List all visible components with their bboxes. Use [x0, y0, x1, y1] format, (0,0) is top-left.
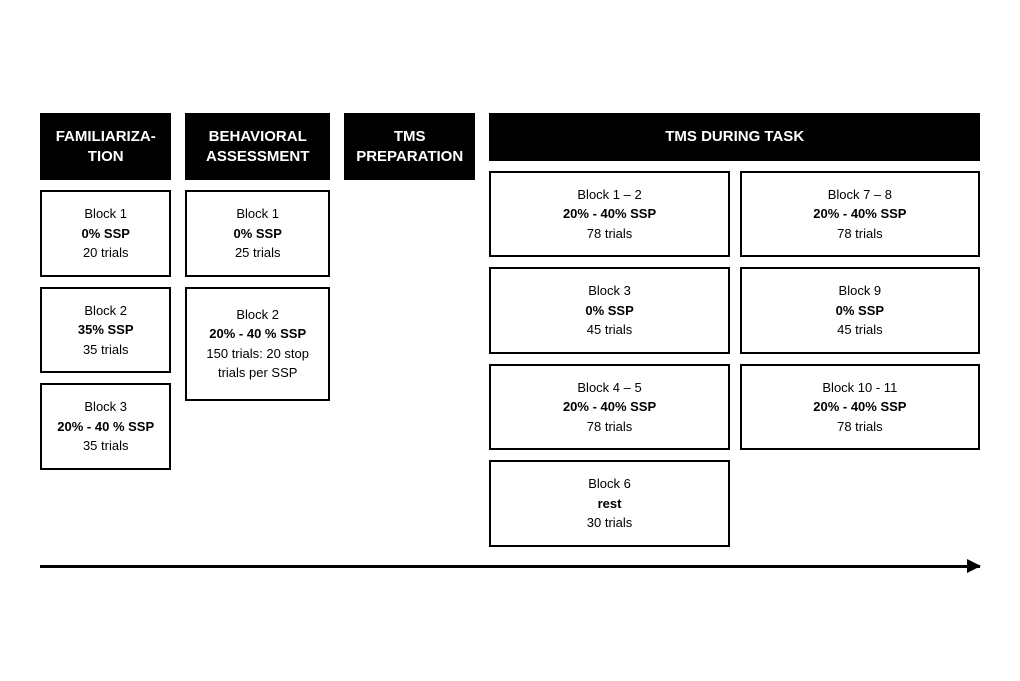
fam-block-3-trials: 35 trials — [52, 436, 159, 456]
fam-block-2-title: Block 2 — [52, 301, 159, 321]
task-inner: TMS DURING TASK Block 1 – 2 20% - 40% SS… — [489, 113, 980, 547]
arrow-line — [40, 565, 980, 568]
beh-block-2-ssp: 20% - 40 % SSP — [197, 324, 318, 344]
beh-block-2-trials: 150 trials: 20 stop trials per SSP — [197, 344, 318, 383]
task-block-4-5-ssp: 20% - 40% SSP — [501, 397, 717, 417]
fam-block-1-ssp: 0% SSP — [52, 224, 159, 244]
beh-block-1: Block 1 0% SSP 25 trials — [185, 190, 330, 277]
task-block-1-2-ssp: 20% - 40% SSP — [501, 204, 717, 224]
task-block-3-ssp: 0% SSP — [501, 301, 717, 321]
task-block-9-trials: 45 trials — [752, 320, 968, 340]
task-block-3-title: Block 3 — [501, 281, 717, 301]
header-behavioral: BEHAVIORAL ASSESSMENT — [185, 113, 330, 180]
task-block-6: Block 6 rest 30 trials — [489, 460, 729, 547]
header-familiarization: FAMILIARIZA-TION — [40, 113, 171, 180]
beh-block-2-title: Block 2 — [197, 305, 318, 325]
beh-block-2: Block 2 20% - 40 % SSP 150 trials: 20 st… — [185, 287, 330, 401]
beh-block-1-ssp: 0% SSP — [197, 224, 318, 244]
task-block-1-2-trials: 78 trials — [501, 224, 717, 244]
fam-block-1-title: Block 1 — [52, 204, 159, 224]
task-block-4-5-trials: 78 trials — [501, 417, 717, 437]
fam-block-1-trials: 20 trials — [52, 243, 159, 263]
fam-block-3: Block 3 20% - 40 % SSP 35 trials — [40, 383, 171, 470]
task-block-10-11: Block 10 - 11 20% - 40% SSP 78 trials — [740, 364, 980, 451]
task-grid: Block 1 – 2 20% - 40% SSP 78 trials Bloc… — [489, 171, 980, 547]
fam-block-2-trials: 35 trials — [52, 340, 159, 360]
header-tms: TMS PREPARATION — [344, 113, 475, 180]
task-block-9-title: Block 9 — [752, 281, 968, 301]
task-block-6-ssp: rest — [501, 494, 717, 514]
timeline-arrow — [40, 565, 980, 568]
task-block-9-ssp: 0% SSP — [752, 301, 968, 321]
column-familiarization: FAMILIARIZA-TION Block 1 0% SSP 20 trial… — [40, 113, 171, 470]
fam-block-3-title: Block 3 — [52, 397, 159, 417]
fam-block-3-ssp: 20% - 40 % SSP — [52, 417, 159, 437]
header-task: TMS DURING TASK — [489, 113, 980, 161]
task-block-10-11-ssp: 20% - 40% SSP — [752, 397, 968, 417]
task-block-4-5-title: Block 4 – 5 — [501, 378, 717, 398]
task-block-7-8-trials: 78 trials — [752, 224, 968, 244]
task-block-6-trials: 30 trials — [501, 513, 717, 533]
fam-block-1: Block 1 0% SSP 20 trials — [40, 190, 171, 277]
task-block-7-8-title: Block 7 – 8 — [752, 185, 968, 205]
task-block-1-2: Block 1 – 2 20% - 40% SSP 78 trials — [489, 171, 729, 258]
task-block-3: Block 3 0% SSP 45 trials — [489, 267, 729, 354]
beh-block-1-title: Block 1 — [197, 204, 318, 224]
fam-block-2-ssp: 35% SSP — [52, 320, 159, 340]
column-tms: TMS PREPARATION — [344, 113, 475, 180]
task-block-10-11-trials: 78 trials — [752, 417, 968, 437]
fam-block-2: Block 2 35% SSP 35 trials — [40, 287, 171, 374]
task-block-9: Block 9 0% SSP 45 trials — [740, 267, 980, 354]
task-block-6-title: Block 6 — [501, 474, 717, 494]
task-block-4-5: Block 4 – 5 20% - 40% SSP 78 trials — [489, 364, 729, 451]
beh-block-1-trials: 25 trials — [197, 243, 318, 263]
task-block-1-2-title: Block 1 – 2 — [501, 185, 717, 205]
columns-container: FAMILIARIZA-TION Block 1 0% SSP 20 trial… — [40, 113, 980, 547]
task-block-10-11-title: Block 10 - 11 — [752, 378, 968, 398]
task-block-7-8: Block 7 – 8 20% - 40% SSP 78 trials — [740, 171, 980, 258]
task-block-3-trials: 45 trials — [501, 320, 717, 340]
task-block-7-8-ssp: 20% - 40% SSP — [752, 204, 968, 224]
column-task: TMS DURING TASK Block 1 – 2 20% - 40% SS… — [489, 113, 980, 547]
diagram: FAMILIARIZA-TION Block 1 0% SSP 20 trial… — [30, 93, 990, 588]
column-behavioral: BEHAVIORAL ASSESSMENT Block 1 0% SSP 25 … — [185, 113, 330, 401]
